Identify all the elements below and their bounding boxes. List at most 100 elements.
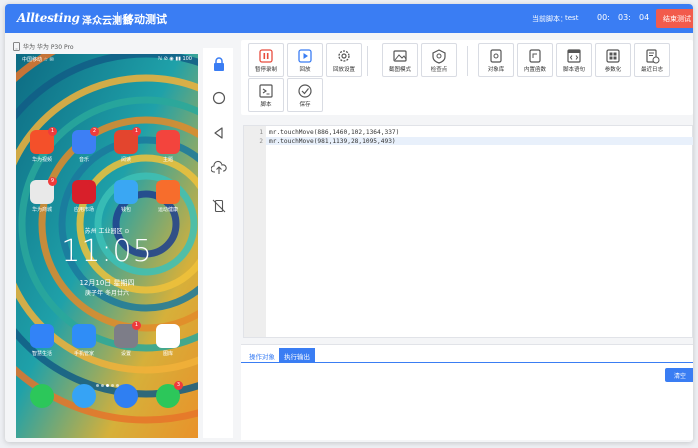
- app-label: 主题: [162, 157, 173, 163]
- app-tile-icon: [72, 180, 96, 204]
- toolbar-button-label: 暂停录制: [254, 67, 277, 73]
- output-panel: 操作对象 执行输出 清空: [241, 344, 693, 440]
- toolbar-button-save[interactable]: 保存: [287, 78, 323, 112]
- toolbar-button-function[interactable]: 内置函数: [517, 43, 553, 77]
- code-line[interactable]: mr.touchMove(886,1460,102,1364,337): [269, 129, 399, 136]
- toolbar-button-play[interactable]: 回放: [287, 43, 323, 77]
- toolbar-button-label: 内置函数: [523, 67, 546, 73]
- device-screen[interactable]: 中国移动 ☆ ✉ ℕ ⊘ ◉ ▮▮ 100 1 华为视频 2 音乐 1 阅读 主题 9 华为商城…: [16, 54, 198, 438]
- toolbar-button-object[interactable]: 对象库: [478, 43, 514, 77]
- app-label: 设置: [120, 351, 131, 357]
- code-line[interactable]: mr.touchMove(981,1139,28,1095,493): [269, 138, 396, 145]
- toolbar-button-label: 对象库: [487, 67, 505, 73]
- app-icon[interactable]: 9 华为商城: [29, 177, 57, 213]
- toolbar-separator: [467, 46, 468, 76]
- app-icon[interactable]: 图库: [155, 324, 181, 357]
- status-left: 中国移动 ☆ ✉: [22, 57, 54, 63]
- toolbar-button-terminal[interactable]: 脚本: [248, 78, 284, 112]
- toolbar-button-label: 回放: [299, 67, 311, 73]
- app-icon[interactable]: 1 华为视频: [29, 127, 57, 163]
- phone-status-bar: 中国移动 ☆ ✉ ℕ ⊘ ◉ ▮▮ 100: [16, 54, 198, 65]
- line-number: 2: [259, 138, 263, 145]
- tab-underline: [241, 362, 693, 363]
- lock-icon[interactable]: [211, 56, 227, 72]
- line-gutter: [244, 126, 266, 337]
- device-controls: [203, 48, 233, 438]
- upload-icon[interactable]: [211, 160, 227, 176]
- clock-time: 11:05: [61, 234, 153, 269]
- app-icon[interactable]: 主题: [155, 130, 181, 163]
- app-label: 华为视频: [31, 157, 52, 163]
- tab-operation-objects[interactable]: 操作对象: [244, 348, 280, 362]
- pause-icon: [259, 49, 273, 63]
- toolbar-separator: [367, 46, 368, 76]
- home-icon[interactable]: [211, 90, 227, 106]
- app-icon[interactable]: 应用市场: [71, 180, 97, 213]
- app-icon[interactable]: 1 阅读: [113, 127, 141, 163]
- log-icon: [646, 49, 660, 64]
- app-icon[interactable]: 运动健康: [155, 180, 181, 213]
- toolbar-button-code[interactable]: 脚本语句: [556, 43, 592, 77]
- toolbar-button-image[interactable]: 截图模式: [382, 43, 418, 77]
- rotate-screen-icon[interactable]: [211, 198, 227, 214]
- save-icon: [298, 84, 312, 98]
- app-tile-icon: [156, 180, 180, 204]
- header-separator: [117, 12, 118, 25]
- app-tile-icon: [156, 130, 180, 154]
- app-tile-icon: [30, 324, 54, 348]
- current-script-name: test: [565, 14, 579, 22]
- app-tile-icon: 2: [72, 127, 99, 154]
- image-icon: [393, 50, 407, 62]
- toolbar-button-log[interactable]: 最近日志: [634, 43, 670, 77]
- timer-minutes: 03:: [618, 13, 631, 22]
- logo: Alltesting: [17, 11, 80, 25]
- toolbar-button-label: 保存: [299, 102, 311, 108]
- toolbar-button-label: 脚本: [260, 102, 272, 108]
- device-name: 华为 华为 P30 Pro: [23, 43, 74, 51]
- back-icon[interactable]: [211, 125, 227, 141]
- toolbar-button-gear[interactable]: 回放设置: [326, 43, 362, 77]
- app-label: 华为商城: [31, 207, 52, 213]
- app-tile-icon: 1: [30, 127, 57, 154]
- object-icon: [490, 49, 502, 63]
- app-label: 音乐: [78, 157, 89, 163]
- app-tile-icon: [114, 180, 138, 204]
- toolbar-button-checkpoint[interactable]: 检查点: [421, 43, 457, 77]
- app-label: 运动健康: [157, 207, 178, 213]
- clock-date: 12月10日 星期四: [79, 279, 135, 287]
- app-window: Alltesting 泽众云测试 移动测试 当前脚本： test 00: 03: 0…: [5, 4, 693, 442]
- tab-execution-output[interactable]: 执行输出: [279, 348, 315, 362]
- app-icon[interactable]: 1 设置: [113, 321, 141, 357]
- terminal-icon: [259, 84, 273, 98]
- toolbar-button-label: 最近日志: [640, 67, 663, 73]
- toolbar-button-param[interactable]: 参数化: [595, 43, 631, 77]
- toolbar-button-label: 截图模式: [388, 67, 411, 73]
- notification-badge: 1: [132, 127, 141, 136]
- app-icon[interactable]: 2 音乐: [71, 127, 99, 163]
- app-label: 手机管家: [73, 351, 94, 357]
- timer-hours: 00:: [597, 13, 610, 22]
- gear-icon: [338, 50, 350, 62]
- line-number: 1: [259, 129, 263, 136]
- phone-icon: [13, 41, 20, 51]
- clear-button[interactable]: 清空: [665, 368, 693, 382]
- toolbar-button-label: 检查点: [430, 67, 448, 73]
- current-script-label: 当前脚本：: [532, 15, 567, 23]
- app-label: 智慧生活: [31, 351, 52, 357]
- script-editor[interactable]: 1 mr.touchMove(886,1460,102,1364,337) 2 …: [243, 125, 693, 338]
- app-tile-icon: 1: [114, 321, 141, 348]
- app-tile-icon: 9: [30, 177, 57, 204]
- app-icon[interactable]: 智慧生活: [29, 324, 55, 357]
- toolbar-button-label: 脚本语句: [562, 67, 585, 73]
- param-icon: [606, 49, 620, 63]
- notification-badge: 2: [90, 127, 99, 136]
- end-test-button[interactable]: 结束测试: [656, 9, 693, 28]
- app-tile-icon: [156, 324, 180, 348]
- toolbar-button-pause[interactable]: 暂停录制: [248, 43, 284, 77]
- module-title: 移动测试: [123, 13, 167, 26]
- app-icon[interactable]: 手机管家: [71, 324, 97, 357]
- notification-badge: 9: [48, 177, 57, 186]
- app-icon[interactable]: 钱包: [113, 180, 139, 213]
- clock-lunar: 庚子年 冬月廿六: [85, 290, 129, 297]
- function-icon: [529, 49, 541, 63]
